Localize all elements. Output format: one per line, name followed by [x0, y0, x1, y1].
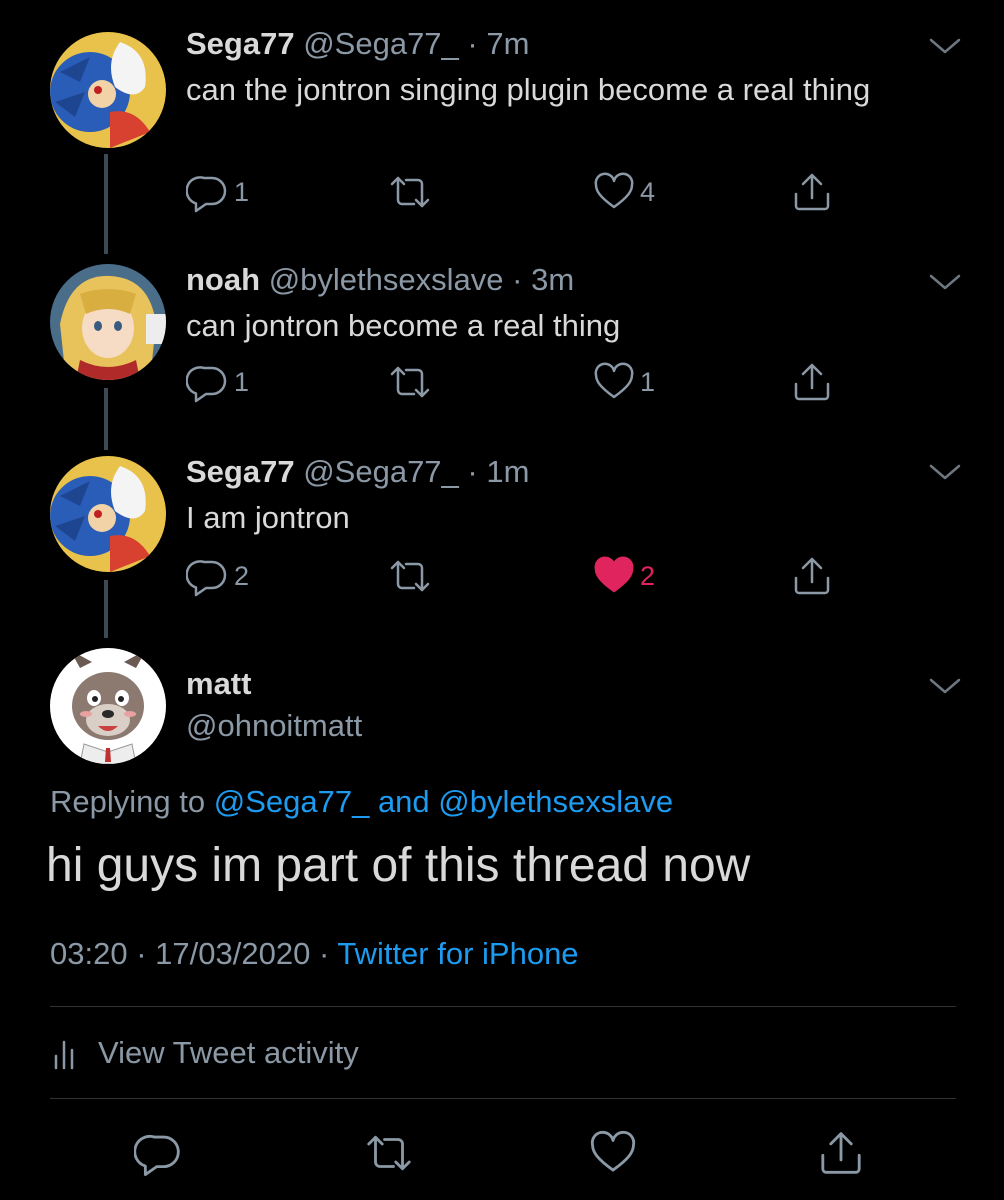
tweet-text: hi guys im part of this thread now: [46, 839, 751, 892]
handle[interactable]: @Sega77_: [303, 454, 459, 489]
chevron-down-icon[interactable]: [928, 36, 962, 56]
retweet-icon: [390, 366, 430, 398]
tweet-source-link[interactable]: Twitter for iPhone: [337, 936, 578, 971]
avatar[interactable]: [50, 32, 166, 148]
tweet-meta: 03:20 · 17/03/2020 · Twitter for iPhone: [50, 936, 579, 972]
like-button[interactable]: 2: [592, 554, 655, 598]
divider: [50, 1006, 956, 1007]
retweet-button[interactable]: [386, 554, 434, 598]
like-count: 2: [640, 560, 656, 591]
separator: ·: [136, 936, 147, 971]
like-button[interactable]: 1: [592, 360, 655, 404]
timestamp[interactable]: 1m: [486, 454, 529, 489]
like-count: 4: [640, 176, 656, 207]
reply-button[interactable]: 1: [186, 360, 249, 404]
separator: ·: [512, 262, 523, 297]
tweet-header: Sega77 @Sega77_ · 7m: [186, 24, 529, 64]
tweet-actions: 1 1: [186, 360, 836, 404]
reply-count: 1: [234, 176, 250, 207]
replying-user-link[interactable]: @Sega77_: [214, 784, 370, 819]
thread-connector: [104, 154, 108, 254]
reply-button[interactable]: 2: [186, 554, 249, 598]
tweet-time: 03:20: [50, 936, 128, 971]
heart-icon: [594, 172, 634, 209]
tweet-text: can jontron become a real thing: [186, 308, 621, 343]
chevron-down-icon[interactable]: [928, 462, 962, 482]
tweet-date: 17/03/2020: [155, 936, 311, 971]
reply-icon: [186, 560, 227, 597]
replying-and[interactable]: and: [378, 784, 430, 819]
reply-icon[interactable]: [134, 1128, 184, 1178]
reply-count: 2: [234, 560, 250, 591]
replying-prefix: Replying to: [50, 784, 206, 819]
replying-user-link[interactable]: @bylethsexslave: [438, 784, 673, 819]
chevron-down-icon[interactable]: [928, 676, 962, 696]
heart-icon: [594, 556, 634, 593]
retweet-icon: [390, 176, 430, 208]
reply-icon: [186, 366, 227, 403]
like-count: 1: [640, 366, 656, 397]
share-icon: [794, 557, 830, 595]
separator: ·: [467, 26, 478, 61]
share-icon: [794, 363, 830, 401]
handle[interactable]: @bylethsexslave: [269, 262, 504, 297]
retweet-icon: [390, 560, 430, 592]
tweet-header: Sega77 @Sega77_ · 1m: [186, 452, 529, 492]
retweet-button[interactable]: [386, 170, 434, 214]
timestamp[interactable]: 7m: [486, 26, 529, 61]
tweet-header: noah @bylethsexslave · 3m: [186, 260, 574, 300]
share-button[interactable]: [790, 170, 834, 214]
reply-button[interactable]: 1: [186, 170, 249, 214]
tweet-text: I am jontron: [186, 500, 350, 535]
tweet-text: can the jontron singing plugin become a …: [186, 72, 871, 107]
bar-chart-icon: [54, 1040, 74, 1070]
display-name[interactable]: matt: [186, 666, 251, 702]
timestamp[interactable]: 3m: [531, 262, 574, 297]
handle[interactable]: @ohnoitmatt: [186, 708, 362, 744]
display-name[interactable]: Sega77: [186, 454, 295, 489]
separator: ·: [467, 454, 478, 489]
handle[interactable]: @Sega77_: [303, 26, 459, 61]
view-tweet-activity[interactable]: View Tweet activity: [50, 1028, 359, 1078]
retweet-button[interactable]: [386, 360, 434, 404]
reply-count: 1: [234, 366, 250, 397]
share-button[interactable]: [790, 554, 834, 598]
thread-connector: [104, 388, 108, 450]
reply-icon: [186, 176, 227, 213]
activity-label: View Tweet activity: [98, 1035, 359, 1070]
thread-connector: [104, 580, 108, 638]
avatar[interactable]: [50, 264, 166, 380]
retweet-icon[interactable]: [362, 1128, 416, 1178]
avatar[interactable]: [50, 456, 166, 572]
heart-icon[interactable]: [588, 1128, 638, 1178]
main-tweet-actions: [0, 1128, 1004, 1178]
display-name[interactable]: Sega77: [186, 26, 295, 61]
avatar[interactable]: [50, 648, 166, 764]
share-button[interactable]: [790, 360, 834, 404]
tweet-actions: 2 2: [186, 554, 836, 598]
divider: [50, 1098, 956, 1099]
display-name[interactable]: noah: [186, 262, 260, 297]
chevron-down-icon[interactable]: [928, 272, 962, 292]
share-icon: [794, 173, 830, 211]
tweet-actions: 1 4: [186, 170, 836, 214]
heart-icon: [594, 362, 634, 399]
share-icon[interactable]: [816, 1128, 866, 1178]
separator: ·: [318, 936, 330, 971]
replying-to: Replying to @Sega77_ and @bylethsexslave: [50, 784, 673, 820]
like-button[interactable]: 4: [592, 170, 655, 214]
